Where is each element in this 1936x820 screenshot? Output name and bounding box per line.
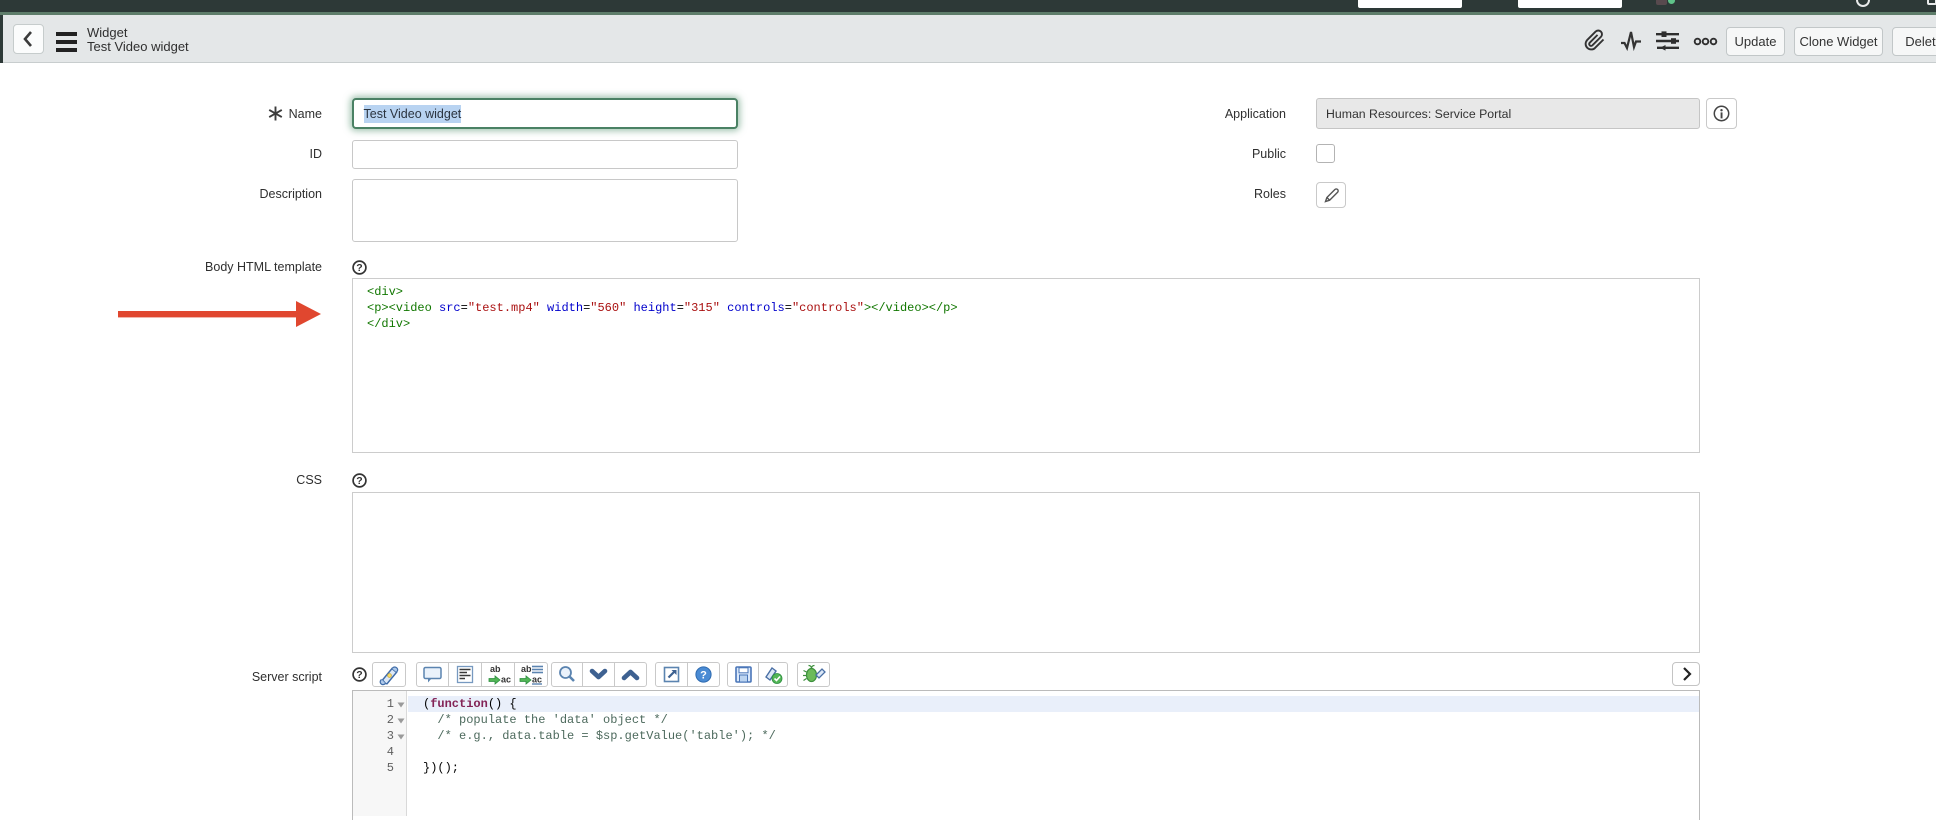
svg-text:?: ?: [356, 475, 362, 487]
svg-text:ac: ac: [532, 675, 542, 685]
svg-text:ac: ac: [501, 675, 511, 685]
svg-text:?: ?: [700, 670, 707, 682]
svg-text:ab: ab: [521, 664, 532, 674]
svg-text:ab: ab: [490, 664, 501, 674]
svg-text:?: ?: [356, 669, 362, 681]
svg-text:?: ?: [356, 262, 362, 274]
